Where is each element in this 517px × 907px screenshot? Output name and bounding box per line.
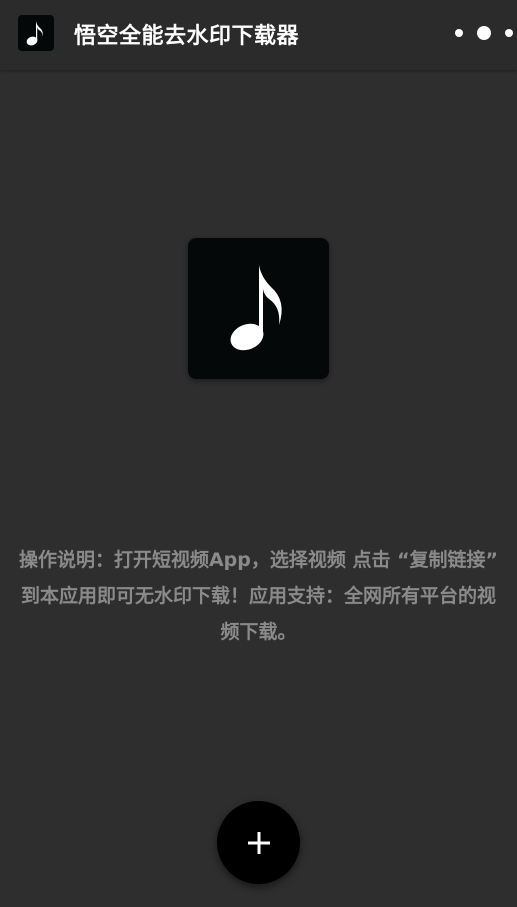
app-title: 悟空全能去水印下载器 <box>74 24 300 49</box>
instructions-text: 操作说明：打开短视频App，选择视频 点击 “复制链接” 到本应用即可无水印下载… <box>18 549 499 643</box>
app-bar: 悟空全能去水印下载器 <box>0 0 517 70</box>
music-note-icon <box>26 21 43 46</box>
more-dot-icon <box>455 29 463 37</box>
more-dot-icon <box>477 26 491 40</box>
page: 悟空全能去水印下载器 操作说明：打开短视频App，选择视频 点击 “复制链接” … <box>0 0 517 907</box>
music-note-icon <box>230 264 282 350</box>
more-dot-icon <box>505 29 513 37</box>
hero-logo <box>188 238 329 379</box>
more-options-button[interactable] <box>455 20 513 46</box>
add-button[interactable] <box>217 801 300 884</box>
app-icon <box>18 15 54 51</box>
plus-icon <box>247 831 270 854</box>
